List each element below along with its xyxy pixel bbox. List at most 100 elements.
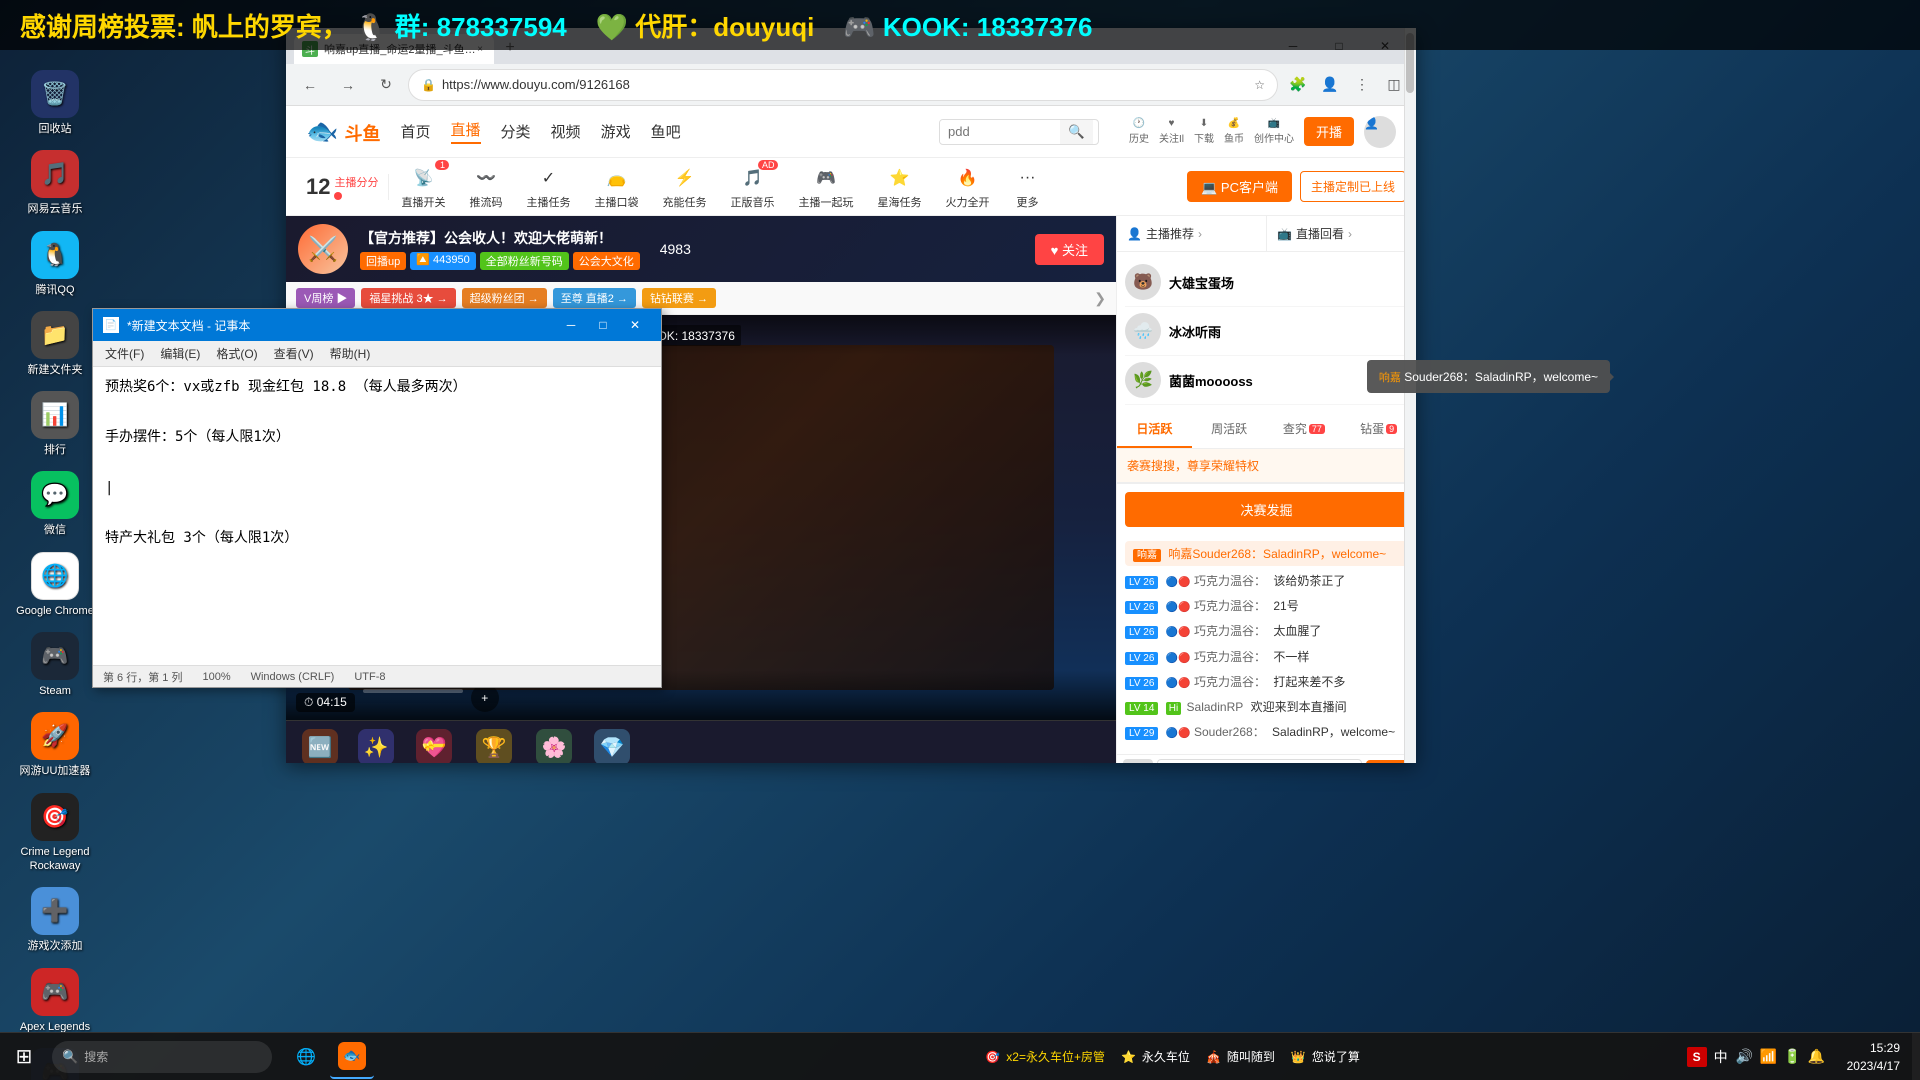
icon-games-addon[interactable]: ➕ 游戏次添加 [4,881,106,959]
icon-crime-legend[interactable]: 🎯 Crime Legend Rockaway [4,787,106,880]
tray-network-icon[interactable]: 📶 [1759,1047,1779,1067]
gift-item-achievement[interactable]: 🏆 精彩成就 [466,725,522,763]
customize-btn[interactable]: 主播定制已上线 [1300,171,1406,202]
gift-item-sign[interactable]: ✨ 新签 [350,725,402,763]
icon-ranking[interactable]: 📊 排行 [4,385,106,463]
notepad-format-menu[interactable]: 格式(O) [208,341,265,366]
taskbar-browser-icon[interactable]: 🌐 [284,1035,328,1079]
notepad-edit-menu[interactable]: 编辑(E) [152,341,208,366]
douyu-avatar[interactable]: 👤 [1364,116,1396,148]
marquee-text-3: 随叫随到 [1227,1048,1275,1065]
nav-video[interactable]: 视频 [551,121,581,142]
tray-language-icon[interactable]: 中 [1711,1047,1731,1067]
top-live-badge[interactable]: 至尊 直播2 → [553,288,636,308]
notepad-file-menu[interactable]: 文件(F) [97,341,152,366]
nav-category[interactable]: 分类 [501,121,531,142]
douyu-search-input[interactable] [940,120,1060,143]
tab-examine[interactable]: 查究77 [1267,411,1342,448]
func-music[interactable]: 🎵 正版音乐 AD [718,158,786,216]
icon-netease-music[interactable]: 🎵 网易云音乐 [4,144,106,222]
douyu-income-icon[interactable]: 💰鱼币 [1224,118,1244,145]
func-charge-task[interactable]: ⚡ 充能任务 [650,158,718,216]
nav-home[interactable]: 首页 [401,121,431,142]
taskbar-clock[interactable]: 15:29 2023/4/17 [1835,1039,1912,1075]
gift-item-crystal[interactable]: 💎 水晶工 [586,725,638,763]
vip-badge[interactable]: V周榜 ▶ [296,288,355,308]
douyu-open-btn[interactable]: 开播 [1304,117,1354,146]
start-button[interactable]: ⊞ [0,1033,48,1080]
username-7: Souder268： [1194,725,1265,739]
super-fan-badge[interactable]: 超级粉丝团 → [462,288,547,308]
taskbar-douyu-icon[interactable]: 🐟 [330,1035,374,1079]
icon-steam[interactable]: 🎮 Steam [4,626,106,704]
host-item-2[interactable]: 🌧️ 冰冰听雨 [1125,307,1408,356]
donate-btn[interactable]: 决赛发掘 [1125,492,1408,527]
follow-btn[interactable]: ♥ 关注 [1035,234,1104,265]
host-recommendation-tab[interactable]: 👤 主播推荐 › [1117,216,1267,251]
chrome-menu-icon[interactable]: ⋮ [1348,71,1376,99]
fan-badge-btn[interactable]: 粉 [1123,759,1153,763]
nav-game[interactable]: 游戏 [601,121,631,142]
icon-uu-booster[interactable]: 🚀 网游UU加速器 [4,706,106,784]
stream-add-btn[interactable]: + [471,684,499,712]
douyu-search-box[interactable]: 🔍 [939,119,1099,145]
func-broadcast-switch[interactable]: 📡 直播开关 1 [389,158,457,216]
icon-google-chrome[interactable]: 🌐 Google Chrome [4,546,106,624]
func-stream-key[interactable]: 〰️ 推流码 [457,158,514,216]
chrome-extensions-icon[interactable]: 🧩 [1284,71,1312,99]
gift-item-fan[interactable]: 💝 粉丝礼物 [406,725,462,763]
tray-s-icon[interactable]: S [1687,1047,1707,1067]
host3-avatar: 🌿 [1125,362,1161,398]
func-play-together[interactable]: 🎮 主播一起玩 [786,158,865,216]
gift-item-growth[interactable]: 🌸 宝宝成长 [526,725,582,763]
host-item-1[interactable]: 🐻 大雄宝蛋场 [1125,258,1408,307]
notepad-help-menu[interactable]: 帮助(H) [322,341,379,366]
icon-apex-legends[interactable]: 🎮 Apex Legends [4,962,106,1040]
chrome-user-icon[interactable]: 👤 [1316,71,1344,99]
douyu-nav: 首页 直播 分类 视频 游戏 鱼吧 [401,119,681,144]
chrome-back-btn[interactable]: ← [294,69,326,101]
taskbar-search-box[interactable]: 🔍 搜索 [52,1041,272,1073]
icon-new-folder[interactable]: 📁 新建文件夹 [4,305,106,383]
douyu-search-btn[interactable]: 🔍 [1060,120,1093,144]
notepad-minimize-btn[interactable]: ─ [555,312,587,338]
func-host-pocket[interactable]: 👝 主播口袋 [582,158,650,216]
carousel-right-btn[interactable]: ❯ [1094,290,1106,307]
tab-weekly-active[interactable]: 周活跃 [1192,411,1267,448]
show-desktop-btn[interactable] [1912,1033,1920,1080]
replay-tab[interactable]: 📺 直播回看 › [1267,216,1416,251]
douyu-download-icon[interactable]: ⬇下载 [1194,118,1214,145]
func-firepower[interactable]: 🔥 火力全开 [933,158,1001,216]
icon-wechat[interactable]: 💬 微信 [4,465,106,543]
pc-client-btn[interactable]: 💻 PC客户端 [1187,171,1292,202]
chrome-forward-btn[interactable]: → [332,69,364,101]
welcome-icon: 响嘉 [1133,549,1161,562]
func-star-task[interactable]: ⭐ 星海任务 [865,158,933,216]
tab-daily-active[interactable]: 日活跃 [1117,411,1192,448]
func-host-task[interactable]: ✓ 主播任务 [514,158,582,216]
icon-tencent-qq[interactable]: 🐧 腾讯QQ [4,225,106,303]
chat-input[interactable] [1157,759,1362,763]
notepad-maximize-btn[interactable]: □ [587,312,619,338]
tray-notification-icon[interactable]: 🔔 [1807,1047,1827,1067]
chrome-scrollbar[interactable] [1404,28,1416,763]
lucky-star-badge[interactable]: 福星挑战 3★ → [361,288,455,308]
diamond-league-badge[interactable]: 钻钻联赛 → [642,288,716,308]
func-more[interactable]: ··· 更多 [1001,158,1053,216]
douyu-follow-icon[interactable]: ♥关注Il [1159,118,1184,145]
nav-fish[interactable]: 鱼吧 [651,121,681,142]
tray-volume-icon[interactable]: 🔊 [1735,1047,1755,1067]
douyu-create-icon[interactable]: 📺创作中心 [1254,118,1294,145]
host-item-3[interactable]: 🌿 菌菌mooooss [1125,356,1408,405]
tray-battery-icon[interactable]: 🔋 [1783,1047,1803,1067]
chrome-address-bar[interactable]: 🔒 https://www.douyu.com/9126168 ☆ [408,69,1278,101]
notepad-content[interactable]: 预热奖6个：vx或zfb 现金红包 18.8 （每人最多两次） 手办摆件：5个（… [93,367,661,665]
nav-live[interactable]: 直播 [451,119,481,144]
icon-recycle-bin[interactable]: 🗑️ 回收站 [4,64,106,142]
stream-progress[interactable] [363,689,463,693]
notepad-close-btn[interactable]: ✕ [619,312,651,338]
notepad-view-menu[interactable]: 查看(V) [266,341,322,366]
douyu-history-icon[interactable]: 🕐历史 [1129,118,1149,145]
chrome-refresh-btn[interactable]: ↻ [370,69,402,101]
gift-item-new[interactable]: 🆕 任存 [294,725,346,763]
